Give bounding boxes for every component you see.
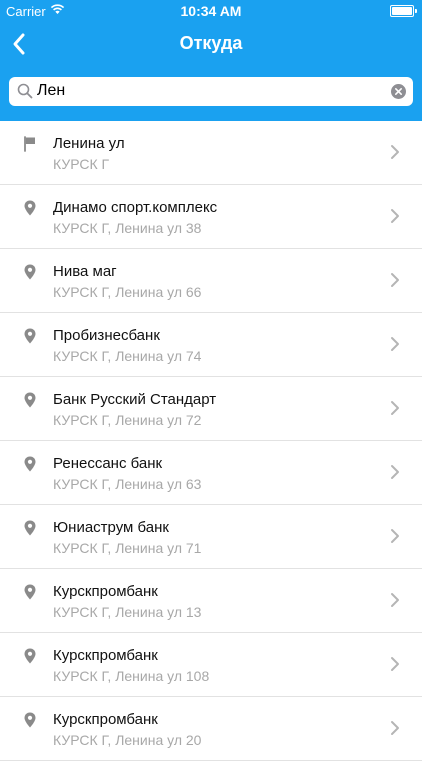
place-address: КУРСК Г	[53, 156, 110, 172]
list-item[interactable]: Ренессанс банк КУРСК Г, Ленина ул 63	[0, 441, 422, 505]
list-item[interactable]: Нива маг КУРСК Г, Ленина ул 66	[0, 249, 422, 313]
place-address: КУРСК Г, Ленина ул 71	[53, 540, 202, 556]
search-input[interactable]	[37, 79, 377, 103]
page-title: Откуда	[179, 33, 243, 53]
chevron-right-icon	[390, 400, 400, 416]
status-bar: Carrier 10:34 AM	[0, 0, 422, 22]
location-pin-icon	[22, 391, 38, 409]
chevron-right-icon	[390, 336, 400, 352]
place-name: Курскпромбанк	[53, 711, 158, 728]
list-item[interactable]: Курскпромбанк КУРСК Г, Ленина ул 13	[0, 569, 422, 633]
list-item[interactable]: Банк Русский Стандарт КУРСК Г, Ленина ул…	[0, 377, 422, 441]
place-address: КУРСК Г, Ленина ул 66	[53, 284, 202, 300]
chevron-right-icon	[390, 144, 400, 160]
list-item[interactable]: Курскпромбанк КУРСК Г, Ленина ул 108	[0, 633, 422, 697]
place-address: КУРСК Г, Ленина ул 63	[53, 476, 202, 492]
list-item[interactable]: Ленина ул КУРСК Г	[0, 121, 422, 185]
place-name: Курскпромбанк	[53, 583, 158, 600]
search-bar	[9, 77, 413, 106]
nav-bar: Откуда	[0, 22, 422, 66]
location-pin-icon	[22, 327, 38, 345]
clear-search-icon[interactable]	[391, 84, 406, 99]
place-name: Ренессанс банк	[53, 455, 163, 472]
status-time: 10:34 AM	[180, 3, 242, 19]
chevron-right-icon	[390, 208, 400, 224]
place-name: Курскпромбанк	[53, 647, 158, 664]
search-icon	[17, 83, 33, 104]
location-pin-icon	[22, 711, 38, 729]
list-item[interactable]: Пробизнесбанк КУРСК Г, Ленина ул 74	[0, 313, 422, 377]
battery-icon	[390, 5, 417, 17]
chevron-right-icon	[390, 656, 400, 672]
place-address: КУРСК Г, Ленина ул 13	[53, 604, 202, 620]
place-address: КУРСК Г, Ленина ул 108	[53, 668, 210, 684]
chevron-right-icon	[390, 272, 400, 288]
chevron-right-icon	[390, 464, 400, 480]
place-name: Банк Русский Стандарт	[53, 391, 217, 408]
location-pin-icon	[22, 519, 38, 537]
place-address: КУРСК Г, Ленина ул 74	[53, 348, 202, 364]
place-address: КУРСК Г, Ленина ул 38	[53, 220, 202, 236]
location-pin-icon	[22, 263, 38, 281]
place-name: Динамо спорт.комплекс	[53, 199, 218, 216]
chevron-right-icon	[390, 720, 400, 736]
place-name: Пробизнесбанк	[53, 327, 160, 344]
location-pin-icon	[22, 647, 38, 665]
top-bar: Carrier 10:34 AM Откуда	[0, 0, 422, 121]
list-item[interactable]: Динамо спорт.комплекс КУРСК Г, Ленина ул…	[0, 185, 422, 249]
location-pin-icon	[22, 583, 38, 601]
flag-icon	[22, 135, 38, 153]
location-pin-icon	[22, 199, 38, 217]
results-list: Ленина ул КУРСК Г Динамо спорт.комплекс …	[0, 121, 422, 761]
list-item[interactable]: Юниаструм банк КУРСК Г, Ленина ул 71	[0, 505, 422, 569]
place-name: Юниаструм банк	[53, 519, 169, 536]
list-item[interactable]: Курскпромбанк КУРСК Г, Ленина ул 20	[0, 697, 422, 761]
chevron-right-icon	[390, 528, 400, 544]
place-name: Ленина ул	[53, 135, 125, 152]
place-address: КУРСК Г, Ленина ул 20	[53, 732, 202, 748]
chevron-right-icon	[390, 592, 400, 608]
place-address: КУРСК Г, Ленина ул 72	[53, 412, 202, 428]
place-name: Нива маг	[53, 263, 117, 280]
location-pin-icon	[22, 455, 38, 473]
